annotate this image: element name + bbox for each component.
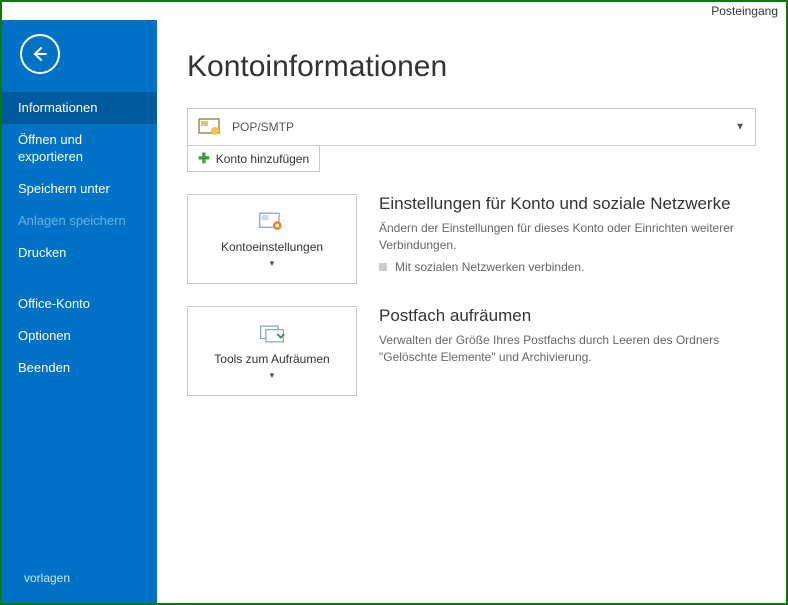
section-text: Einstellungen für Konto und soziale Netz… xyxy=(379,194,756,284)
section-desc: Ändern der Einstellungen für dieses Kont… xyxy=(379,220,756,254)
body: Informationen Öffnen und exportieren Spe… xyxy=(2,20,786,603)
nav-label: Informationen xyxy=(18,100,98,115)
sidebar-footer-label: vorlagen xyxy=(24,571,70,585)
section-heading: Postfach aufräumen xyxy=(379,306,756,326)
nav-item-anlagen-speichern: Anlagen speichern xyxy=(2,205,157,237)
nav-item-informationen[interactable]: Informationen xyxy=(2,92,157,124)
link-label: Mit sozialen Netzwerken verbinden. xyxy=(395,260,584,274)
nav-item-beenden[interactable]: Beenden xyxy=(2,352,157,384)
nav-item-optionen[interactable]: Optionen xyxy=(2,320,157,352)
nav-label: Office-Konto xyxy=(18,296,90,311)
page-title: Kontoinformationen xyxy=(187,50,756,84)
nav-divider xyxy=(2,270,157,288)
tile-label: Tools zum Aufräumen xyxy=(214,352,329,366)
account-settings-icon xyxy=(258,210,286,234)
account-icon xyxy=(196,114,222,140)
tile-tools-aufraeumen[interactable]: Tools zum Aufräumen ▼ xyxy=(187,306,357,396)
sidebar: Informationen Öffnen und exportieren Spe… xyxy=(2,20,157,603)
titlebar-label: Posteingang xyxy=(711,4,778,18)
add-account-label: Konto hinzufügen xyxy=(216,152,309,166)
section-cleanup: Tools zum Aufräumen ▼ Postfach aufräumen… xyxy=(187,306,756,396)
add-account-button[interactable]: ✚ Konto hinzufügen xyxy=(187,146,320,172)
nav-item-office-konto[interactable]: Office-Konto xyxy=(2,288,157,320)
nav-label: Drucken xyxy=(18,245,66,260)
chevron-down-icon: ▼ xyxy=(735,122,745,133)
window: Posteingang Informationen Öffnen und exp… xyxy=(0,0,788,605)
tile-kontoeinstellungen[interactable]: Kontoeinstellungen ▼ xyxy=(187,194,357,284)
account-selector-value: POP/SMTP xyxy=(232,120,294,134)
nav-item-drucken[interactable]: Drucken xyxy=(2,237,157,269)
section-desc: Verwalten der Größe Ihres Postfachs durc… xyxy=(379,332,756,366)
account-selector[interactable]: POP/SMTP ▼ xyxy=(187,108,756,146)
section-account-settings: Kontoeinstellungen ▼ Einstellungen für K… xyxy=(187,194,756,284)
titlebar: Posteingang xyxy=(2,2,786,20)
sidebar-footer: vorlagen xyxy=(2,561,157,603)
main: Kontoinformationen POP/SMTP ▼ ✚ Konto hi… xyxy=(157,20,786,603)
social-networks-link[interactable]: Mit sozialen Netzwerken verbinden. xyxy=(379,260,756,274)
back-button[interactable] xyxy=(20,34,60,74)
nav-label: Beenden xyxy=(18,360,70,375)
cleanup-tools-icon xyxy=(258,322,286,346)
arrow-left-icon xyxy=(30,44,50,64)
nav: Informationen Öffnen und exportieren Spe… xyxy=(2,92,157,384)
nav-label: Anlagen speichern xyxy=(18,213,126,228)
plus-icon: ✚ xyxy=(198,150,210,167)
nav-label: Optionen xyxy=(18,328,71,343)
tile-label: Kontoeinstellungen xyxy=(221,240,323,254)
nav-item-speichern-unter[interactable]: Speichern unter xyxy=(2,173,157,205)
nav-label: Öffnen und exportieren xyxy=(18,132,83,163)
section-heading: Einstellungen für Konto und soziale Netz… xyxy=(379,194,756,214)
chevron-down-icon: ▼ xyxy=(268,259,276,268)
nav-item-oeffnen-exportieren[interactable]: Öffnen und exportieren xyxy=(2,124,157,173)
bullet-icon xyxy=(379,263,387,271)
nav-label: Speichern unter xyxy=(18,181,110,196)
chevron-down-icon: ▼ xyxy=(268,371,276,380)
section-text: Postfach aufräumen Verwalten der Größe I… xyxy=(379,306,756,396)
